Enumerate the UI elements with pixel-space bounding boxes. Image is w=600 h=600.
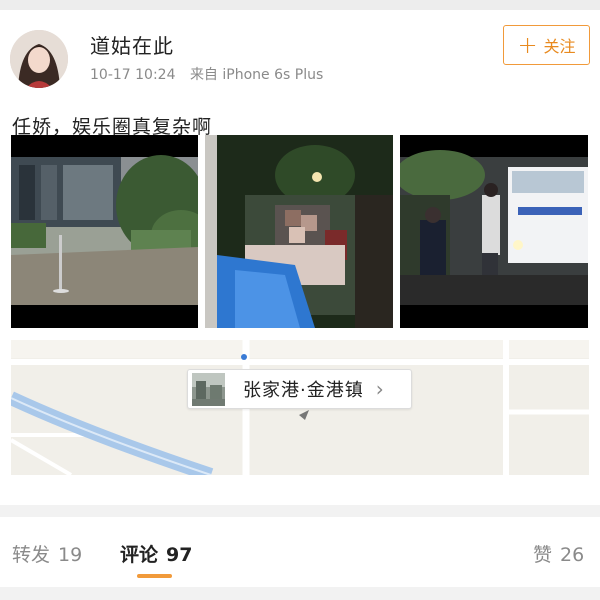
post-time: 10-17 10:24 xyxy=(90,67,176,83)
tab-like[interactable]: 赞 26 xyxy=(533,540,584,567)
location-name: 张家港·金港镇 xyxy=(243,380,364,401)
tab-comment-count: 97 xyxy=(166,544,193,566)
location-chip[interactable]: 张家港·金港镇 › xyxy=(187,369,412,409)
section-divider xyxy=(0,505,600,517)
top-strip xyxy=(0,0,600,10)
avatar[interactable] xyxy=(10,30,68,88)
username[interactable]: 道姑在此 xyxy=(90,30,174,59)
follow-label: 关注 xyxy=(543,37,576,56)
post-photo-3[interactable] xyxy=(400,135,588,328)
post-photo-2[interactable] xyxy=(205,135,393,328)
post-meta: 10-17 10:24 来自 iPhone 6s Plus xyxy=(90,64,323,84)
active-tab-indicator xyxy=(137,574,172,578)
post-source: 来自 iPhone 6s Plus xyxy=(189,67,324,83)
tab-comment[interactable]: 评论 97 xyxy=(120,540,192,567)
action-tabs: 转发 19 评论 97 赞 26 xyxy=(0,517,600,587)
location-thumbnail xyxy=(192,372,225,406)
plus-icon: + xyxy=(517,31,538,59)
tab-repost-label: 转发 xyxy=(12,544,51,566)
bottom-strip xyxy=(0,587,600,600)
tab-comment-label: 评论 xyxy=(120,544,159,566)
chevron-right-icon: › xyxy=(375,377,384,401)
tab-repost[interactable]: 转发 19 xyxy=(12,540,82,567)
tab-like-count: 26 xyxy=(560,544,585,566)
tab-repost-count: 19 xyxy=(58,544,83,566)
post-photo-1[interactable] xyxy=(11,135,198,328)
follow-button[interactable]: + 关注 xyxy=(503,25,590,65)
tab-like-label: 赞 xyxy=(533,544,553,566)
